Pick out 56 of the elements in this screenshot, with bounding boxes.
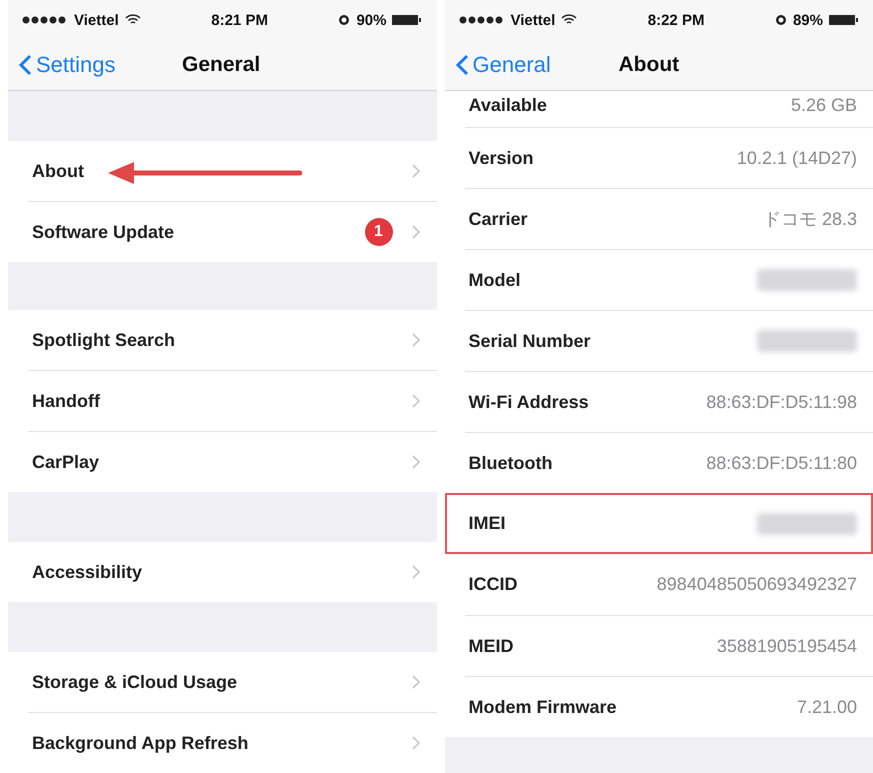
- signal-icon: [22, 16, 68, 24]
- wifi-icon: [124, 14, 141, 26]
- chevron-icon: [410, 674, 420, 690]
- status-time: 8:22 PM: [648, 12, 704, 28]
- settings-item[interactable]: Background App Refresh: [8, 713, 436, 773]
- info-label: Bluetooth: [468, 452, 554, 474]
- info-value: 7.21.00: [796, 696, 857, 718]
- settings-item[interactable]: About: [8, 141, 436, 201]
- battery-percent: 89%: [792, 12, 823, 28]
- info-value: 10.2.1 (14D27): [736, 148, 857, 168]
- chevron-icon: [410, 224, 420, 240]
- info-label: Available: [468, 95, 548, 116]
- back-button[interactable]: Settings: [8, 52, 116, 78]
- back-button[interactable]: General: [444, 52, 551, 78]
- back-chevron-icon: [454, 54, 468, 76]
- battery-icon: [828, 14, 859, 26]
- settings-item[interactable]: Spotlight Search: [8, 310, 436, 370]
- battery-icon: [392, 14, 422, 26]
- chevron-icon: [410, 393, 420, 409]
- settings-item[interactable]: Software Update 1: [8, 202, 436, 262]
- settings-item[interactable]: Storage & iCloud Usage: [8, 652, 436, 712]
- notification-badge: 1: [364, 218, 392, 246]
- wifi-icon: [561, 14, 578, 26]
- info-label: Modem Firmware: [468, 696, 618, 718]
- info-label: IMEI: [468, 513, 507, 534]
- nav-title: General: [182, 53, 260, 77]
- alarm-icon: [338, 14, 350, 26]
- signal-icon: [458, 16, 504, 24]
- info-label: Serial Number: [468, 330, 592, 352]
- info-label: Carrier: [468, 208, 529, 230]
- battery-percent: 90%: [356, 12, 386, 28]
- info-value: 88:63:DF:D5:11:80: [706, 452, 857, 474]
- info-value: 35881905195454: [716, 636, 857, 656]
- info-label: MEID: [468, 636, 514, 656]
- nav-title: About: [618, 53, 680, 77]
- info-label: Wi-Fi Address: [468, 392, 590, 412]
- settings-item[interactable]: CarPlay: [8, 432, 436, 492]
- chevron-icon: [410, 163, 420, 179]
- carrier-name: Viettel: [510, 12, 556, 28]
- chevron-icon: [410, 564, 420, 580]
- settings-item[interactable]: Accessibility: [8, 542, 436, 602]
- info-label: Model: [468, 270, 522, 290]
- info-label: ICCID: [468, 574, 518, 595]
- back-chevron-icon: [18, 54, 32, 76]
- alarm-icon: [774, 14, 787, 26]
- chevron-icon: [410, 454, 420, 470]
- status-time: 8:21 PM: [211, 12, 268, 28]
- info-value: 89840485050693492327: [656, 574, 857, 595]
- info-label: Version: [468, 148, 535, 168]
- chevron-icon: [410, 735, 420, 751]
- carrier-name: Viettel: [74, 12, 119, 28]
- info-value: 5.26 GB: [790, 95, 857, 116]
- info-value: ドコモ 28.3: [762, 208, 857, 231]
- settings-item[interactable]: Handoff: [8, 371, 436, 431]
- info-value: 88:63:DF:D5:11:98: [706, 392, 857, 412]
- chevron-icon: [410, 332, 420, 348]
